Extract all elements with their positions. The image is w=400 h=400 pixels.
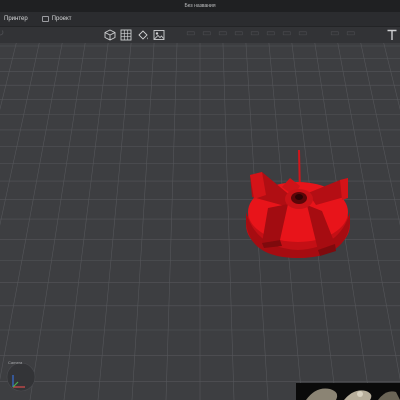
mirror-icon[interactable]: ▭	[234, 28, 246, 40]
cut-icon[interactable]: ▭	[250, 28, 262, 40]
grid-line-vertical	[222, 43, 235, 400]
grid-line-vertical	[360, 43, 400, 226]
arrange-icon[interactable]: ▭	[346, 28, 358, 40]
grid-line-vertical	[0, 43, 10, 400]
window-titlebar: Без названия	[0, 0, 400, 12]
printer-label: Принтер	[4, 16, 28, 22]
grid-line-vertical	[0, 43, 17, 111]
support-icon[interactable]: ▭	[266, 28, 278, 40]
grid-line-vertical	[383, 43, 400, 111]
grid-line-vertical	[390, 43, 400, 400]
axes-widget-label: Camera	[8, 360, 23, 365]
rotate-tool-icon[interactable]: ▭	[218, 28, 230, 40]
variable-layer-icon[interactable]: ▭	[298, 28, 310, 40]
image-icon[interactable]	[152, 28, 166, 42]
build-plate	[0, 43, 400, 400]
menu-item-project[interactable]: Проект	[41, 16, 72, 22]
grid-line-vertical	[165, 43, 178, 400]
project-icon	[41, 16, 49, 22]
cube-view-icon[interactable]	[103, 28, 117, 42]
menu-bar: Принтер Проект	[0, 12, 400, 27]
text-tool-icon[interactable]	[385, 28, 399, 42]
scale-icon[interactable]: ▭	[202, 28, 214, 40]
window-title: Без названия	[184, 3, 216, 9]
paint-bucket-icon[interactable]	[136, 28, 150, 42]
red-impeller-model[interactable]	[246, 149, 350, 258]
grid-view-icon[interactable]	[119, 28, 133, 42]
grid-line-vertical	[131, 43, 155, 400]
move-icon[interactable]: ▭	[186, 28, 198, 40]
grid-line-vertical	[97, 43, 132, 400]
seam-icon[interactable]: ▭	[282, 28, 294, 40]
grid-line-vertical	[0, 43, 63, 381]
toolbar: ↻ ▭ ▭ ▭ ▭ ▭ ▭ ▭ ▭ ▭ ▭	[0, 27, 400, 43]
grid-line-vertical	[0, 43, 40, 226]
3d-viewport[interactable]	[0, 43, 400, 400]
measure-icon[interactable]: ▭	[330, 28, 342, 40]
webcam-overlay-image	[296, 383, 400, 400]
rotate-icon[interactable]: ↻	[0, 28, 8, 40]
project-label: Проект	[51, 16, 72, 22]
grid-line-vertical	[63, 43, 109, 400]
grid-line-vertical	[29, 43, 86, 400]
menu-item-printer[interactable]: Принтер	[4, 16, 28, 22]
